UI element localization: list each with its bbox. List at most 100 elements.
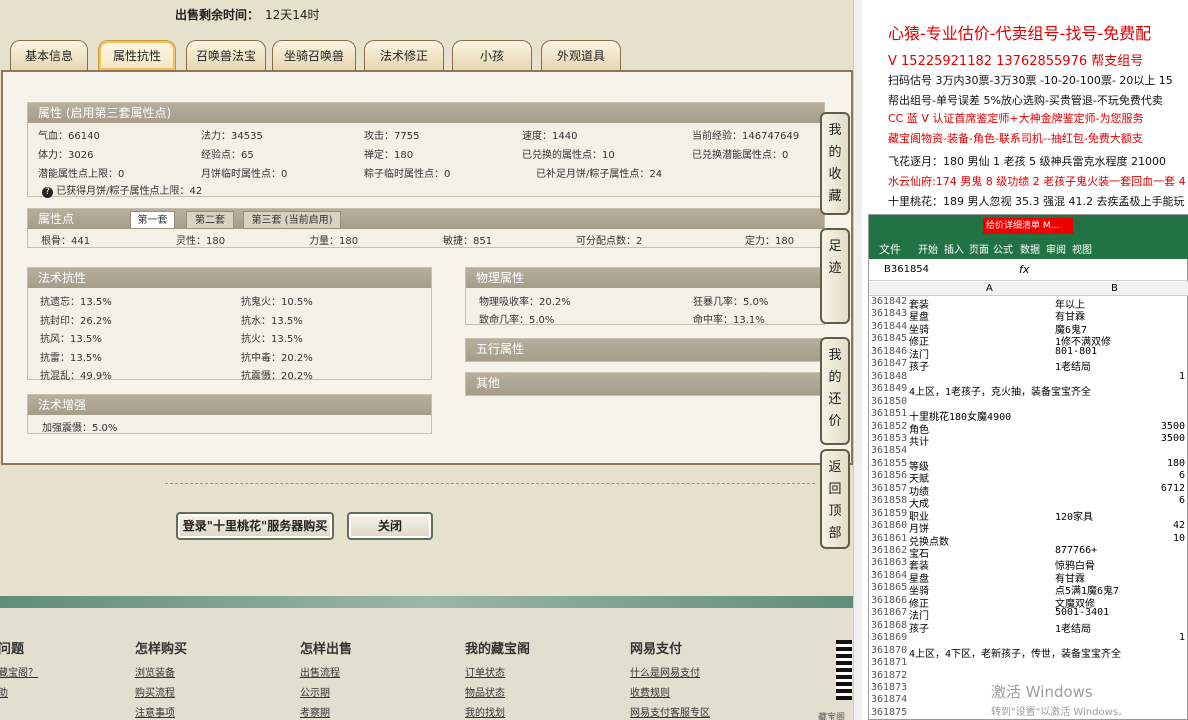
col-b[interactable]: B bbox=[1111, 283, 1118, 294]
side-button-2[interactable]: 我的还价 bbox=[820, 337, 850, 445]
cell-b[interactable]: 180 bbox=[1167, 458, 1185, 471]
cell-b[interactable]: 5001-3401 bbox=[1055, 607, 1109, 620]
footer-link[interactable]: 物品状态 bbox=[465, 684, 505, 699]
cell-a[interactable]: 法门 bbox=[909, 346, 929, 361]
tab-3[interactable]: 坐骑召唤兽 bbox=[272, 40, 356, 70]
ribbon-tab[interactable]: 审阅 bbox=[1046, 241, 1066, 256]
cell-b[interactable]: 文魔双修 bbox=[1055, 595, 1095, 610]
footer-link[interactable]: 考察期 bbox=[300, 704, 330, 719]
cell-a[interactable]: 共计 bbox=[909, 433, 929, 448]
footer-link[interactable]: 藏宝阁？ bbox=[0, 664, 38, 679]
name-box[interactable]: B361854 bbox=[884, 264, 964, 275]
other-header[interactable]: 其他 bbox=[466, 373, 824, 395]
ribbon-tab[interactable]: 数据 bbox=[1020, 241, 1040, 256]
ribbon-tab[interactable]: 文件 bbox=[879, 241, 901, 257]
cell-a[interactable]: 套装 bbox=[909, 557, 929, 572]
cell-a[interactable]: 坐骑 bbox=[909, 321, 929, 336]
help-icon[interactable]: ? bbox=[42, 187, 53, 198]
cell-a[interactable]: 职业 bbox=[909, 508, 929, 523]
five-elements-section[interactable]: 五行属性 bbox=[465, 338, 825, 362]
cell-b[interactable]: 年以上 bbox=[1055, 296, 1085, 311]
cell-b[interactable]: 1 bbox=[1179, 632, 1185, 645]
close-button[interactable]: 关闭 bbox=[347, 512, 433, 540]
side-button-3[interactable]: 返回顶部 bbox=[820, 449, 850, 549]
cell-a[interactable]: 大成 bbox=[909, 495, 929, 510]
cell-a[interactable]: 月饼 bbox=[909, 520, 929, 535]
footer-link[interactable]: 什么是网易支付 bbox=[630, 664, 700, 679]
cell-b[interactable]: 惊鸦白骨 bbox=[1055, 557, 1095, 572]
cell-b[interactable]: 1老结局 bbox=[1055, 620, 1091, 635]
cell-a[interactable]: 角色 bbox=[909, 421, 929, 436]
promo-line: 飞花逐月：180 男仙 1 老孩 5 级神兵雷克水程度 21000 bbox=[888, 155, 1166, 168]
subtab-1[interactable]: 第二套 bbox=[186, 211, 234, 229]
side-button-0[interactable]: 我的收藏 bbox=[820, 112, 850, 215]
cell-a[interactable]: 功绩 bbox=[909, 483, 929, 498]
footer-link[interactable]: 购买流程 bbox=[135, 684, 175, 699]
footer-link[interactable]: 助 bbox=[0, 684, 8, 699]
cell-b[interactable]: 6 bbox=[1179, 495, 1185, 508]
cell-b[interactable]: 120家具 bbox=[1055, 508, 1093, 523]
cell-a[interactable]: 星盘 bbox=[909, 570, 929, 585]
cell-a[interactable]: 天赋 bbox=[909, 470, 929, 485]
cell-a[interactable]: 宝石 bbox=[909, 545, 929, 560]
cell-b[interactable]: 1老结局 bbox=[1055, 358, 1091, 373]
subtab-0[interactable]: 第一套 bbox=[130, 211, 175, 229]
cell-b[interactable]: 6 bbox=[1179, 470, 1185, 483]
tab-2[interactable]: 召唤兽法宝 bbox=[186, 40, 266, 70]
tab-1[interactable]: 属性抗性 bbox=[98, 40, 176, 70]
row-number: 361867 bbox=[871, 607, 908, 619]
col-a[interactable]: A bbox=[986, 283, 993, 294]
cell-a[interactable]: 等级 bbox=[909, 458, 929, 473]
resist-value: 抗混乱：49.9% bbox=[40, 371, 112, 382]
cell-b[interactable]: 42 bbox=[1173, 520, 1185, 533]
cell-b[interactable]: 3500 bbox=[1161, 433, 1185, 446]
ribbon-tab[interactable]: 插入 bbox=[944, 241, 964, 256]
cell-a[interactable]: 孩子 bbox=[909, 358, 929, 373]
cell-b[interactable]: 有甘霖 bbox=[1055, 308, 1085, 323]
five-elements-header[interactable]: 五行属性 bbox=[466, 339, 824, 361]
tab-0[interactable]: 基本信息 bbox=[10, 40, 88, 70]
footer-link[interactable]: 订单状态 bbox=[465, 664, 505, 679]
side-button-1[interactable]: 足迹 bbox=[820, 228, 850, 324]
cell-b[interactable]: 10 bbox=[1173, 533, 1185, 546]
cell-a[interactable]: 星盘 bbox=[909, 308, 929, 323]
scrollbar[interactable] bbox=[853, 0, 862, 720]
footer-link[interactable]: 收费规则 bbox=[630, 684, 670, 699]
ribbon-tab[interactable]: 视图 bbox=[1072, 241, 1092, 256]
cell-b[interactable]: 点5满1魔6鬼7 bbox=[1055, 582, 1119, 597]
cell-a[interactable]: 法门 bbox=[909, 607, 929, 622]
footer-link[interactable]: 网易支付客服专区 bbox=[630, 704, 710, 719]
ribbon-tab[interactable]: 页面 bbox=[969, 241, 989, 256]
cell-a[interactable]: 十里桃花180女魔4900 bbox=[909, 408, 1011, 423]
tab-5[interactable]: 小孩 bbox=[452, 40, 532, 70]
cell-a[interactable]: 4上区，1老孩子，克火抽，装备宝宝齐全 bbox=[909, 383, 1091, 398]
cell-a[interactable]: 修正 bbox=[909, 595, 929, 610]
other-section[interactable]: 其他 bbox=[465, 372, 825, 396]
cell-a[interactable]: 孩子 bbox=[909, 620, 929, 635]
footer-link[interactable]: 出售流程 bbox=[300, 664, 340, 679]
cell-b[interactable]: 6712 bbox=[1161, 483, 1185, 496]
ribbon-tab[interactable]: 公式 bbox=[993, 241, 1013, 256]
row-number: 361846 bbox=[871, 345, 908, 357]
cell-b[interactable]: 1 bbox=[1179, 371, 1185, 384]
cell-b[interactable]: 魔6鬼7 bbox=[1055, 321, 1087, 336]
tab-6[interactable]: 外观道具 bbox=[541, 40, 621, 70]
footer-link[interactable]: 公示期 bbox=[300, 684, 330, 699]
cell-a[interactable]: 兑换点数 bbox=[909, 533, 949, 548]
cell-b[interactable]: 801-801 bbox=[1055, 346, 1097, 359]
tab-4[interactable]: 法术修正 bbox=[364, 40, 444, 70]
cell-a[interactable]: 套装 bbox=[909, 296, 929, 311]
login-buy-button[interactable]: 登录"十里桃花"服务器购买 bbox=[176, 512, 334, 540]
cell-a[interactable]: 4上区，4下区，老新孩子，传世，装备宝宝齐全 bbox=[909, 645, 1121, 660]
cell-b[interactable]: 1修不满双修 bbox=[1055, 333, 1111, 348]
cell-b[interactable]: 877766+ bbox=[1055, 545, 1097, 558]
cell-b[interactable]: 有甘霖 bbox=[1055, 570, 1085, 585]
footer-link[interactable]: 注意事项 bbox=[135, 704, 175, 719]
cell-a[interactable]: 修正 bbox=[909, 333, 929, 348]
cell-a[interactable]: 坐骑 bbox=[909, 582, 929, 597]
ribbon-tab[interactable]: 开始 bbox=[918, 241, 938, 256]
subtab-2[interactable]: 第三套 (当前启用) bbox=[243, 211, 341, 229]
footer-link[interactable]: 浏览装备 bbox=[135, 664, 175, 679]
cell-b[interactable]: 3500 bbox=[1161, 421, 1185, 434]
footer-link[interactable]: 我的找划 bbox=[465, 704, 505, 719]
